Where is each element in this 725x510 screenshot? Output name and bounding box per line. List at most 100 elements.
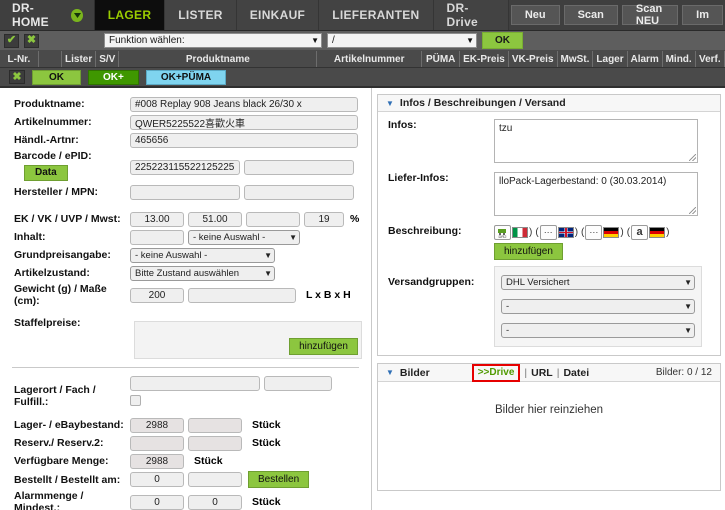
liefer-infos-textarea[interactable]: lloPack-Lagerbestand: 0 (30.03.2014) [494, 172, 698, 216]
url-link[interactable]: URL [531, 367, 553, 379]
ok-puma-button[interactable]: OK+PÜMA [145, 69, 227, 85]
row-action-bar: ✖ OK OK+ OK+PÜMA [0, 68, 725, 88]
artikelzustand-select[interactable]: Bitte Zustand auswählen ▼ [130, 265, 275, 281]
hersteller-input[interactable] [130, 184, 240, 200]
bilder-dropzone[interactable]: Bilder hier reinziehen [378, 382, 720, 490]
amazon-a-icon[interactable]: a [631, 225, 649, 240]
verfuegbare-menge-input[interactable]: 2988 [130, 453, 184, 469]
column-header-ek-preis[interactable]: EK-Preis [460, 51, 509, 67]
alarmmenge-input[interactable]: 0 [130, 494, 184, 510]
data-button[interactable]: Data [24, 165, 68, 181]
fach-input[interactable] [264, 376, 332, 391]
flag-germany-icon[interactable] [603, 227, 620, 238]
versandgruppe-select-2[interactable]: - ▼ [501, 299, 695, 314]
column-header-sv[interactable]: S/V [96, 51, 120, 67]
ok-puma-label: OK+PÜMA [160, 71, 212, 83]
lagerbestand-input[interactable]: 2988 [130, 417, 184, 433]
resize-grip-icon[interactable] [689, 154, 696, 161]
artikelnummer-input[interactable]: QWER5225522喜歡火車 [130, 114, 358, 130]
scan-button[interactable]: Scan [563, 5, 618, 25]
column-header-puma[interactable]: PÜMA [422, 51, 461, 67]
column-header-blank[interactable] [39, 51, 63, 67]
grundpreisangabe-select[interactable]: - keine Auswahl - ▼ [130, 247, 275, 263]
flag-uk-icon[interactable] [557, 227, 574, 238]
scan-neu-button[interactable]: Scan NEU [621, 3, 679, 27]
gewicht-input[interactable]: 200 [130, 287, 184, 303]
separator: | [556, 366, 560, 379]
path-select[interactable]: / ▼ [327, 33, 477, 48]
triangle-down-icon[interactable]: ▼ [386, 99, 394, 108]
mwst-input[interactable]: 19 [304, 211, 344, 227]
reserv-input[interactable] [130, 435, 184, 451]
ok-plus-button[interactable]: OK+ [88, 69, 139, 85]
close-icon[interactable]: ✖ [24, 33, 39, 48]
liefer-infos-label: Liefer-Infos: [388, 172, 449, 184]
ok-button[interactable]: OK [32, 69, 81, 85]
versandgruppe-select-1[interactable]: DHL Versichert ▼ [501, 275, 695, 290]
column-header-alarm[interactable]: Alarm [628, 51, 663, 67]
neu-button[interactable]: Neu [510, 5, 560, 25]
dots-glyph: ··· [543, 227, 553, 237]
chevron-down-circle-icon[interactable] [71, 8, 83, 22]
vk-preis-input[interactable]: 51.00 [188, 211, 242, 227]
lagerort-input[interactable] [130, 376, 260, 391]
beschreibung-add-button[interactable]: hinzufügen [494, 243, 563, 260]
inhalt-select[interactable]: - keine Auswahl - ▼ [188, 229, 300, 245]
masse-input[interactable] [188, 287, 296, 303]
dots-icon[interactable]: ··· [585, 225, 603, 240]
column-header-mwst[interactable]: MwSt. [558, 51, 594, 67]
dr2-cart-icon[interactable]: DR2 [494, 225, 511, 240]
resize-grip-icon[interactable] [689, 207, 696, 214]
triangle-down-icon[interactable]: ▼ [386, 368, 394, 377]
nav-tab-lager[interactable]: LAGER [94, 0, 166, 30]
reserv-label: Reserv./ Reserv.2: [14, 437, 104, 449]
close-icon[interactable]: ✖ [9, 70, 25, 84]
mpn-input[interactable] [244, 184, 354, 200]
function-bar: ✔ ✖ Funktion wählen: ▼ / ▼ OK [0, 31, 725, 51]
produktname-input[interactable]: #008 Replay 908 Jeans black 26/30 x [130, 96, 358, 112]
infos-panel-header[interactable]: ▼ Infos / Beschreibungen / Versand [378, 95, 720, 112]
funcbar-ok-button[interactable]: OK [482, 32, 523, 49]
nav-tab-label: LIEFERANTEN [332, 8, 420, 22]
flag-germany-icon[interactable] [649, 227, 666, 238]
dots-icon[interactable]: ··· [539, 225, 557, 240]
import-button[interactable]: Im [682, 5, 723, 25]
column-header-lager[interactable]: Lager [593, 51, 628, 67]
nav-tab-lister[interactable]: LISTER [165, 0, 237, 30]
flag-italy-icon[interactable] [512, 227, 528, 238]
column-header-verf[interactable]: Verf. [696, 51, 725, 67]
drive-link[interactable]: >>Drive [478, 367, 515, 378]
bestellt-am-input[interactable] [188, 472, 242, 487]
column-header-lister[interactable]: Lister [62, 51, 97, 67]
bestellt-input[interactable]: 0 [130, 472, 184, 487]
mindestmenge-input[interactable]: 0 [188, 494, 242, 510]
versandgruppe-1-value: DHL Versichert [506, 277, 570, 288]
staffelpreise-add-button[interactable]: hinzufügen [289, 338, 358, 355]
datei-link[interactable]: Datei [563, 367, 589, 379]
nav-home-button[interactable]: DR-HOME [0, 0, 95, 30]
hersteller-label: Hersteller / MPN: [14, 186, 99, 198]
column-header-mind[interactable]: Mind. [663, 51, 696, 67]
reserv2-input[interactable] [188, 435, 242, 451]
column-header-vk-preis[interactable]: VK-Preis [509, 51, 558, 67]
nav-tab-lieferanten[interactable]: LIEFERANTEN [319, 0, 434, 30]
inhalt-input[interactable] [130, 229, 184, 245]
function-select[interactable]: Funktion wählen: ▼ [104, 33, 322, 48]
uvp-input[interactable] [246, 211, 300, 227]
nav-tab-dr-drive[interactable]: DR-Drive [433, 0, 509, 30]
versandgruppe-select-3[interactable]: - ▼ [501, 323, 695, 338]
check-icon[interactable]: ✔ [4, 33, 19, 48]
column-header-lnr[interactable]: L-Nr. [0, 51, 39, 67]
infos-textarea[interactable]: tzu [494, 119, 698, 163]
nav-tab-einkauf[interactable]: EINKAUF [236, 0, 320, 30]
barcode-input[interactable]: 225223115522125225 [130, 160, 240, 175]
epid-input[interactable] [244, 160, 354, 175]
fulfillment-checkbox[interactable] [130, 395, 141, 406]
column-header-produktname[interactable]: Produktname [119, 51, 318, 67]
bestellen-button[interactable]: Bestellen [248, 471, 310, 488]
column-header-artikelnummer[interactable]: Artikelnummer [317, 51, 423, 67]
percent-label: % [350, 213, 360, 225]
haendler-artnr-input[interactable]: 465656 [130, 132, 358, 148]
ebaybestand-input[interactable] [188, 417, 242, 433]
ek-preis-input[interactable]: 13.00 [130, 211, 184, 227]
